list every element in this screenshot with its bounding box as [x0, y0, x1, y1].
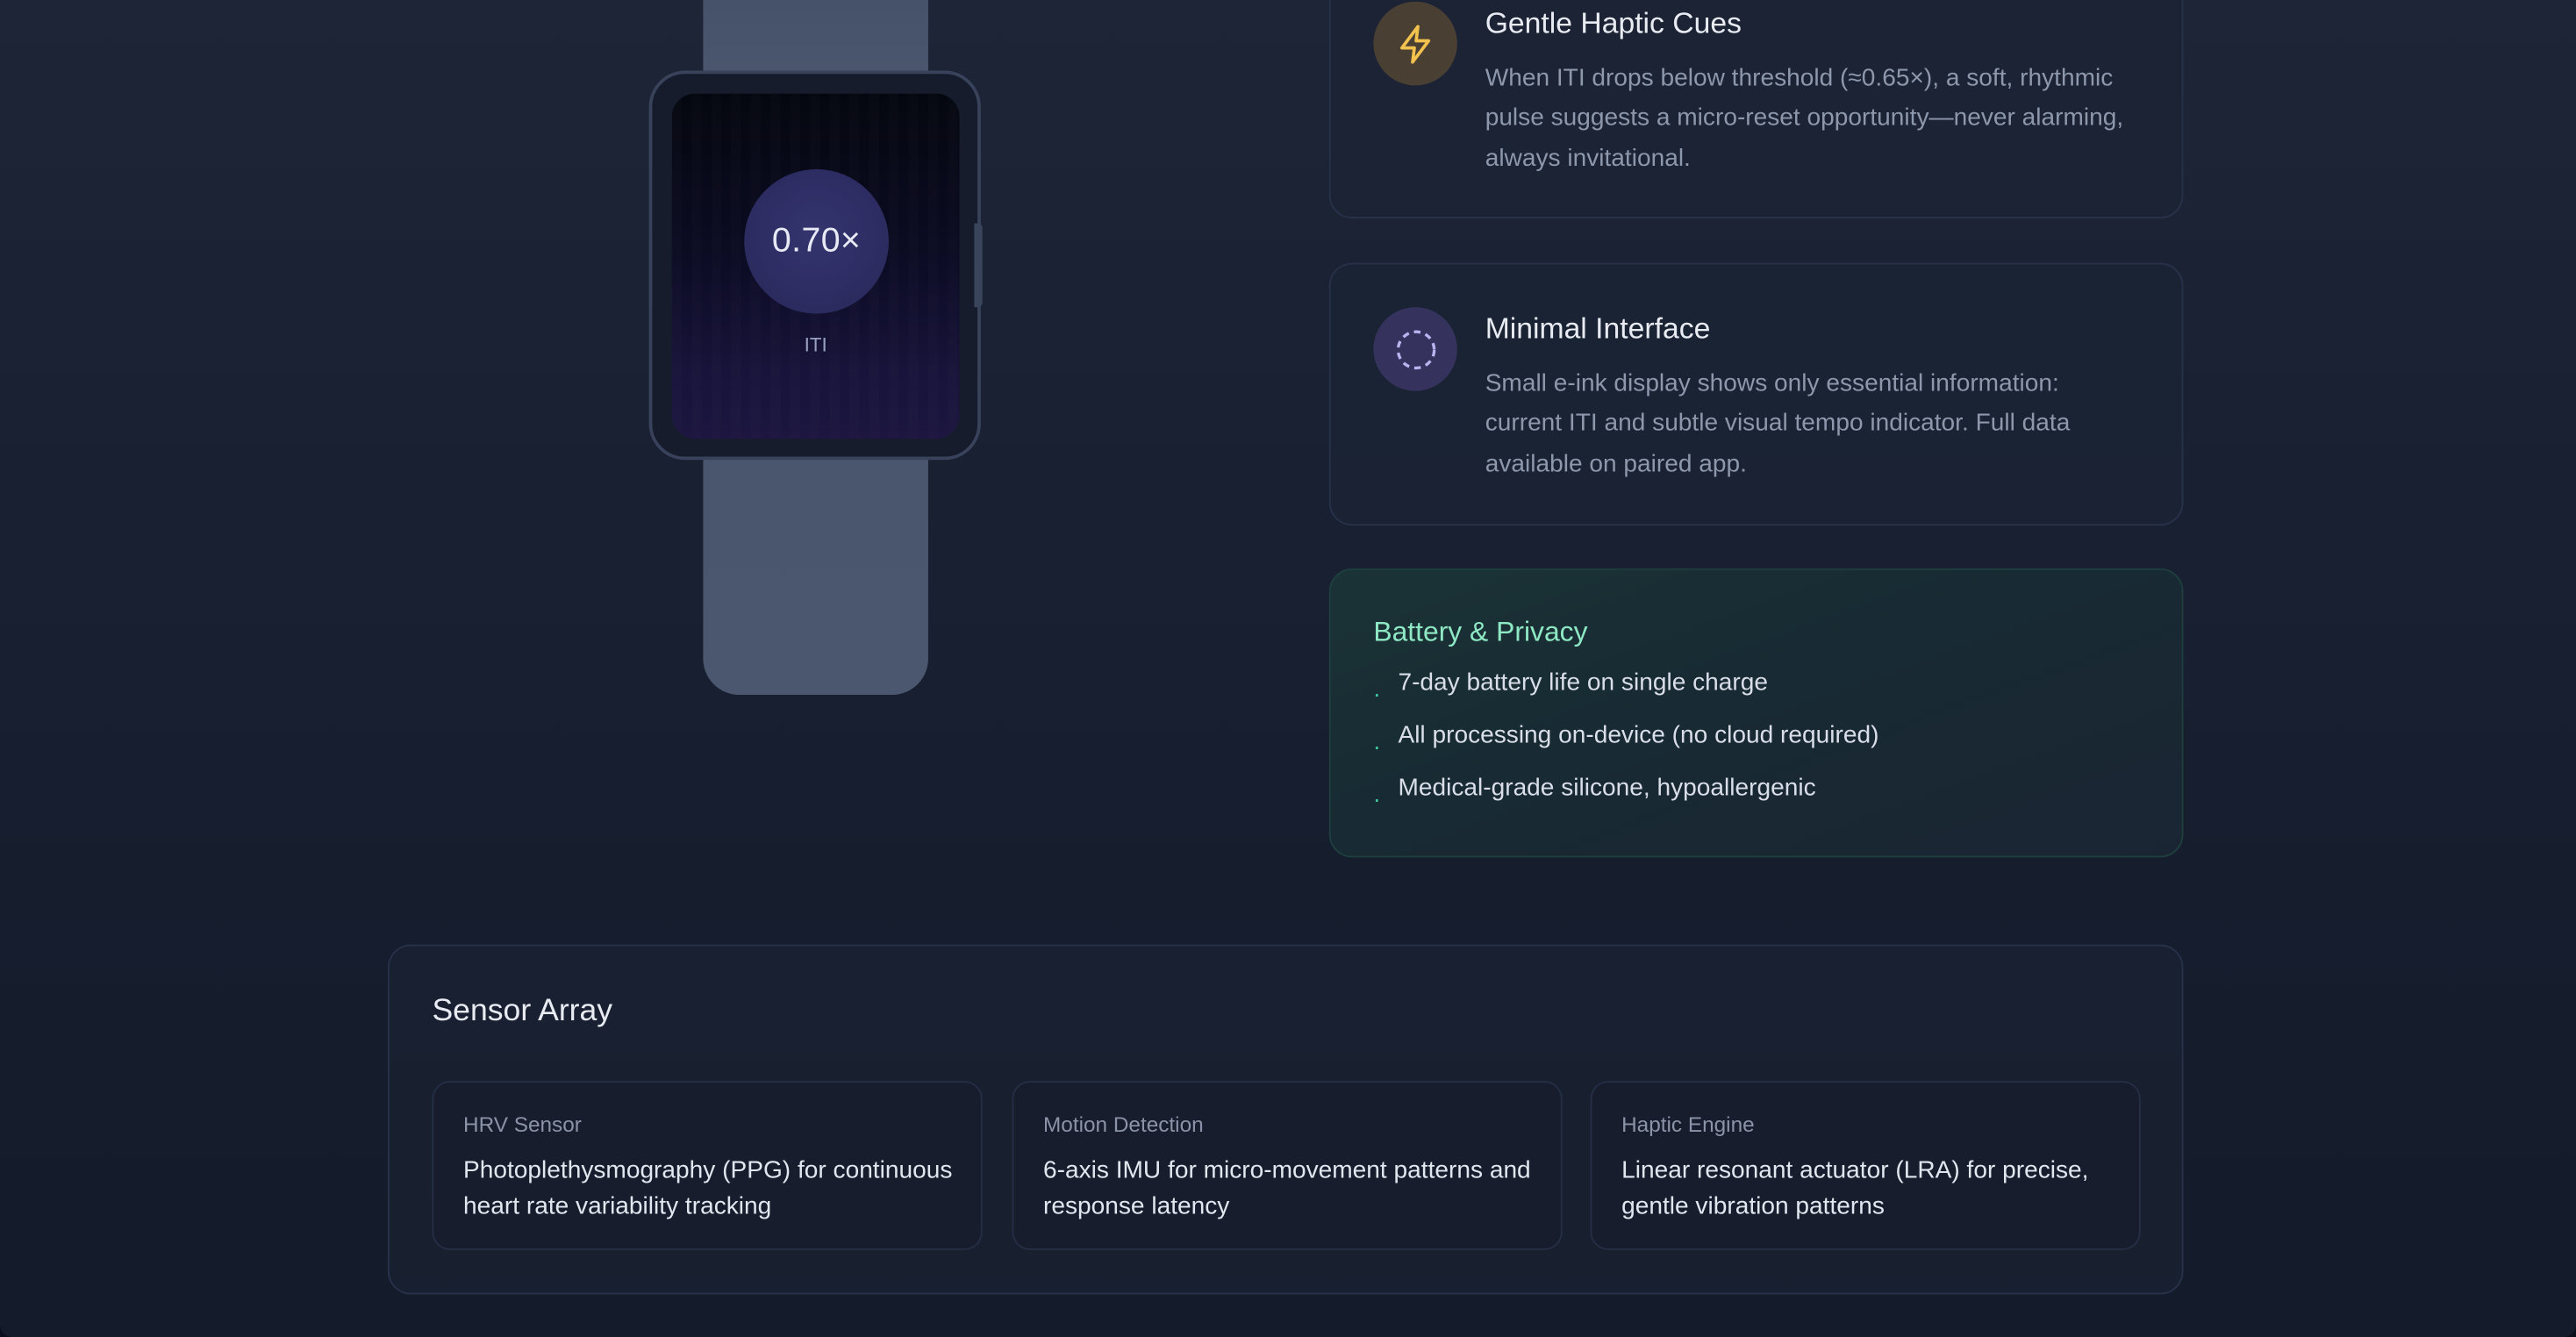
watch-crown — [974, 223, 983, 308]
dashed-circle-icon — [1373, 307, 1457, 391]
iti-label: ITI — [804, 333, 827, 357]
feature-description: When ITI drops below threshold (≈0.65×),… — [1485, 64, 2124, 172]
feature-title: Minimal Interface — [1485, 311, 1711, 346]
sensor-label: Haptic Engine — [1621, 1112, 1755, 1137]
battery-privacy-title: Battery & Privacy — [1373, 616, 1588, 647]
feature-title: Gentle Haptic Cues — [1485, 6, 1742, 39]
feature-description: Small e-ink display shows only essential… — [1485, 369, 2071, 478]
list-item-text: 7-day battery life on single charge — [1398, 668, 1769, 697]
list-item: . All processing on-device (no cloud req… — [1373, 721, 1878, 774]
bullet-icon: . — [1373, 675, 1381, 704]
sensor-card-motion: Motion Detection 6-axis IMU for micro-mo… — [1012, 1081, 1563, 1250]
sensor-card-hrv: HRV Sensor Photoplethysmography (PPG) fo… — [432, 1081, 983, 1250]
page-content: 0.70× ITI Gentle Haptic Cues When ITI dr… — [0, 0, 2576, 1337]
bullet-icon: . — [1373, 727, 1381, 756]
sensor-label: Motion Detection — [1043, 1112, 1204, 1137]
iti-value: 0.70× — [744, 168, 889, 314]
sensor-description: Photoplethysmography (PPG) for continuou… — [463, 1156, 953, 1220]
sensor-array-title: Sensor Array — [432, 993, 613, 1029]
list-item: . Medical-grade silicone, hypoallergenic — [1373, 774, 1878, 826]
feature-card-haptic: Gentle Haptic Cues When ITI drops below … — [1328, 0, 2184, 219]
list-item-text: All processing on-device (no cloud requi… — [1398, 721, 1879, 749]
watch-screen: 0.70× ITI — [671, 93, 960, 439]
bullet-icon: . — [1373, 780, 1381, 809]
sensor-array-panel: Sensor Array HRV Sensor Photoplethysmogr… — [387, 944, 2184, 1295]
list-item-text: Medical-grade silicone, hypoallergenic — [1398, 773, 1816, 802]
watch-strap-top — [703, 0, 928, 73]
battery-privacy-list: . 7-day battery life on single charge . … — [1373, 668, 1878, 826]
list-item: . 7-day battery life on single charge — [1373, 668, 1878, 721]
sensor-card-haptic: Haptic Engine Linear resonant actuator (… — [1590, 1081, 2141, 1250]
sensor-description: 6-axis IMU for micro-movement patterns a… — [1043, 1156, 1531, 1220]
battery-privacy-card: Battery & Privacy . 7-day battery life o… — [1328, 568, 2184, 858]
sensor-description: Linear resonant actuator (LRA) for preci… — [1621, 1156, 2089, 1220]
page-frame: 0.70× ITI Gentle Haptic Cues When ITI dr… — [0, 0, 2576, 1337]
feature-card-minimal-interface: Minimal Interface Small e-ink display sh… — [1328, 262, 2184, 526]
lightning-icon — [1373, 1, 1457, 86]
sensor-label: HRV Sensor — [463, 1112, 582, 1137]
